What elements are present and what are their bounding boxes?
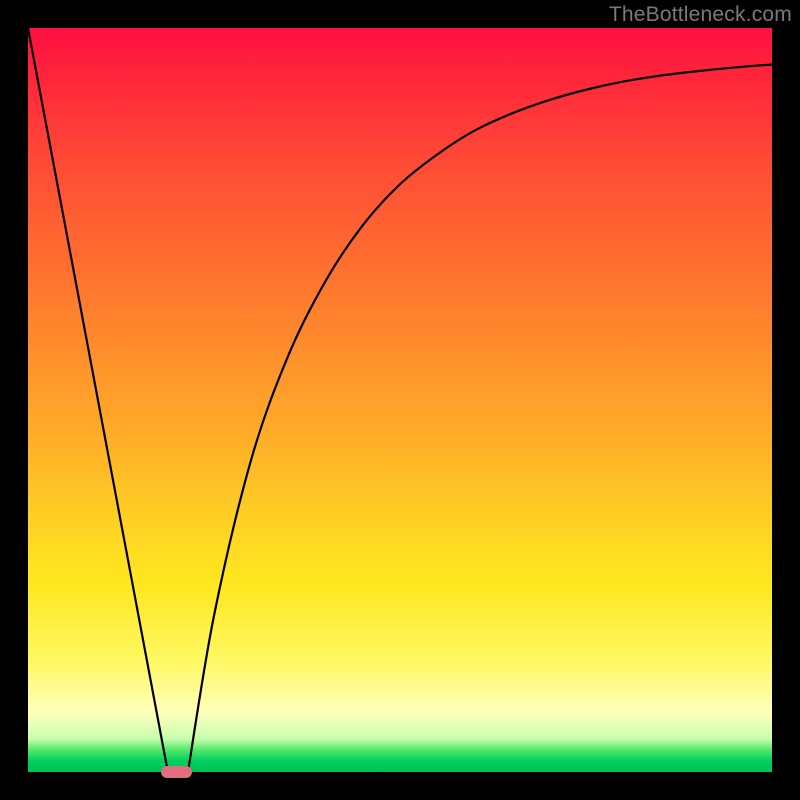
chart-frame: TheBottleneck.com — [0, 0, 800, 800]
watermark-text: TheBottleneck.com — [609, 3, 792, 27]
curve-right — [188, 64, 772, 772]
chart-curves — [28, 28, 772, 772]
plot-area — [28, 28, 772, 772]
valley-marker — [161, 766, 192, 778]
curve-left-line — [28, 28, 168, 772]
